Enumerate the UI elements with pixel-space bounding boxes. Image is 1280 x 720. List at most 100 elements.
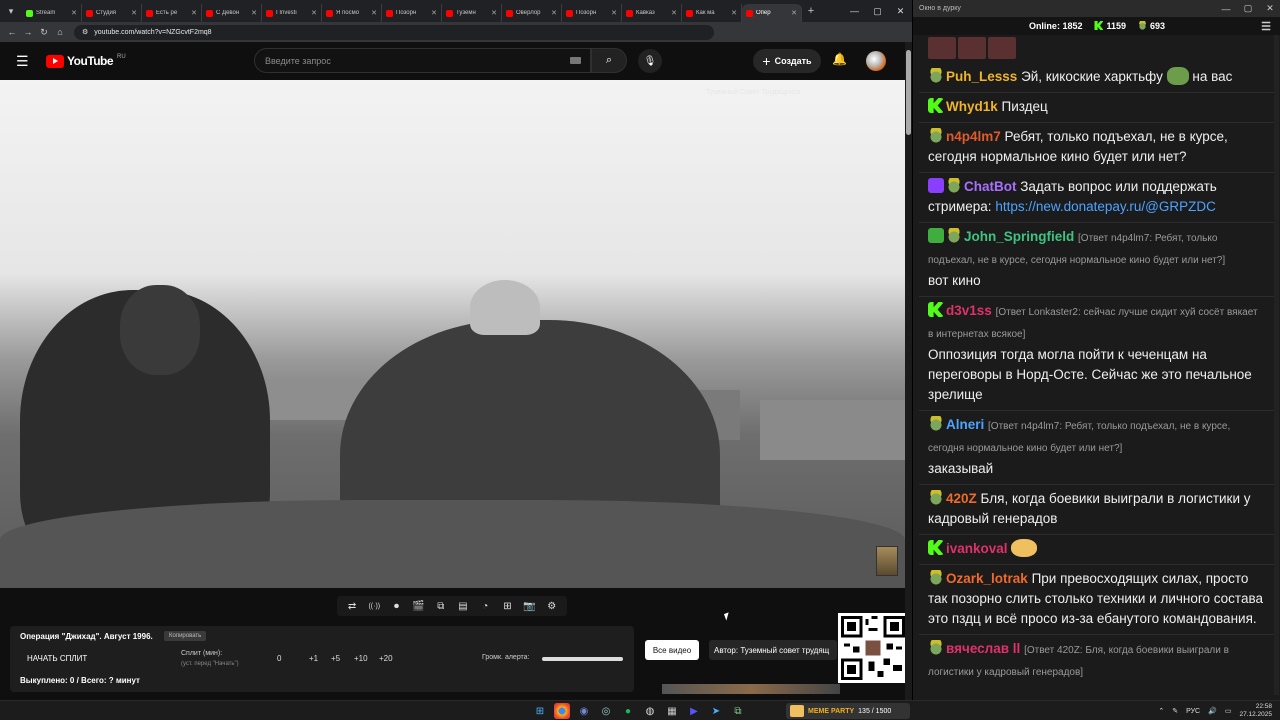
record-icon[interactable]: ⏺ [388,601,404,612]
battery-icon[interactable]: ▭ [1225,707,1232,715]
minimize-icon[interactable]: — [1215,0,1237,17]
tab-close-icon[interactable]: ✕ [251,9,257,17]
tab-close-icon[interactable]: ✕ [71,9,77,17]
browser-tab[interactable]: Как ма ✕ [682,4,742,22]
browser-tab[interactable]: Туземн ✕ [442,4,502,22]
clock[interactable]: 22:58 27.12.2025 [1239,703,1272,719]
new-tab-button[interactable]: + [802,5,820,17]
media-widget[interactable]: MEME PARTY 135 / 1500 [786,703,910,719]
language-indicator[interactable]: РУС [1186,708,1200,715]
start-split-button[interactable]: НАЧАТЬ СПЛИТ [27,654,87,663]
tab-close-icon[interactable]: ✕ [311,9,317,17]
alert-volume-slider[interactable] [542,657,623,661]
browser-tab[interactable]: Студия ✕ [82,4,142,22]
browser-tab[interactable]: Есть ре ✕ [142,4,202,22]
home-icon[interactable]: ⌂ [52,24,68,40]
avatar[interactable] [866,51,886,71]
back-icon[interactable]: ← [4,24,20,40]
split-value-button[interactable]: +10 [354,654,368,663]
tab-close-icon[interactable]: ✕ [131,9,137,17]
tab-close-icon[interactable]: ✕ [791,9,797,17]
pip-icon[interactable]: ⧉ [433,601,449,612]
add-icon[interactable]: ⊞ [499,601,515,612]
tab-search-icon[interactable]: ▾ [0,0,22,22]
browser-tab[interactable]: С Девон ✕ [202,4,262,22]
split-value-button[interactable]: +20 [379,654,393,663]
browser-tab[interactable]: Оверлор ✕ [502,4,562,22]
strip-icon[interactable]: ▤ [455,601,471,612]
settings-icon[interactable]: ⚙ [544,601,560,612]
close-icon[interactable]: ✕ [889,0,912,22]
video-player[interactable]: Туземный Совет Трудящихся [0,80,905,588]
chevron-up-icon[interactable]: ⌃ [1158,707,1164,715]
tab-close-icon[interactable]: ✕ [731,9,737,17]
telegram-icon[interactable]: ➤ [708,703,724,719]
tab-close-icon[interactable]: ✕ [551,9,557,17]
url-field[interactable]: ⚙ youtube.com/watch?v=NZGcvtF2mq8 [74,24,714,40]
tab-close-icon[interactable]: ✕ [611,9,617,17]
chat-username[interactable]: Whyd1k [946,99,998,114]
forward-icon[interactable]: → [20,24,36,40]
close-icon[interactable]: ✕ [1259,0,1280,17]
scrollbar-thumb[interactable] [906,50,911,135]
app-icon[interactable]: ⧉ [730,703,746,719]
speed-icon[interactable]: ◔ [477,601,493,612]
tab-close-icon[interactable]: ✕ [431,9,437,17]
start-icon[interactable]: ⊞ [532,703,548,719]
chat-username[interactable]: ChatBot [964,179,1017,194]
chat-menu-icon[interactable]: ☰ [1261,20,1271,33]
gamepad-icon[interactable]: ▦ [664,703,680,719]
browser-tab[interactable]: Я посмо ✕ [322,4,382,22]
keyboard-icon[interactable] [570,57,581,64]
volume-icon[interactable]: 🔊 [1208,707,1217,715]
search-input[interactable]: Введите запрос [254,48,591,73]
browser-tab[interactable]: I Investi ✕ [262,4,322,22]
split-value-button[interactable]: 0 [277,654,281,663]
chat-username[interactable]: Alneri [946,417,984,432]
chat-username[interactable]: John_Springfield [964,229,1074,244]
youtube-logo[interactable]: YouTube RU [46,54,126,68]
site-info-icon[interactable]: ⚙ [82,28,88,36]
donate-link[interactable]: https://new.donatepay.ru/@GRPZDC [995,199,1216,214]
browser-tab[interactable]: Позорн ✕ [562,4,622,22]
spotify-icon[interactable]: ● [620,703,636,719]
discord-icon[interactable]: ◉ [576,703,592,719]
camera-icon[interactable]: 📷 [522,601,538,612]
chat-scrollbar[interactable] [1274,35,1279,695]
chat-username[interactable]: Puh_Lesss [946,69,1017,84]
browser-tab[interactable]: Позорн ✕ [382,4,442,22]
split-value-button[interactable]: +1 [309,654,318,663]
pen-icon[interactable]: ✎ [1172,707,1178,715]
create-button[interactable]: + Создать [753,49,821,73]
steam-icon[interactable]: ◎ [598,703,614,719]
maximize-icon[interactable]: ▢ [1237,0,1259,17]
all-video-button[interactable]: Все видео [645,640,699,660]
chat-username[interactable]: d3v1ss [946,303,992,318]
chat-username[interactable]: 420Z [946,491,977,506]
copy-button[interactable]: Копировать [164,631,207,641]
chat-username[interactable]: вячеслав ll [946,641,1020,656]
clapper-icon[interactable]: 🎬 [411,601,427,612]
chat-username[interactable]: ivankoval [946,541,1008,556]
tab-close-icon[interactable]: ✕ [671,9,677,17]
maximize-icon[interactable]: ▢ [866,0,889,22]
split-value-button[interactable]: +5 [331,654,340,663]
repeat-icon[interactable]: ⇄ [344,601,360,612]
media-player-icon[interactable]: ▶ [686,703,702,719]
tab-close-icon[interactable]: ✕ [191,9,197,17]
search-button[interactable]: ⌕ [591,48,627,73]
tab-close-icon[interactable]: ✕ [491,9,497,17]
page-scrollbar[interactable] [905,42,912,700]
browser-tab[interactable]: Stream ✕ [22,4,82,22]
minimize-icon[interactable]: — [843,0,866,22]
reload-icon[interactable]: ↻ [36,24,52,40]
broadcast-icon[interactable]: ((·)) [366,603,382,610]
menu-icon[interactable]: ☰ [16,54,29,68]
tab-close-icon[interactable]: ✕ [371,9,377,17]
chrome-icon[interactable] [554,703,570,719]
chat-username[interactable]: n4p4lm7 [946,129,1001,144]
chat-username[interactable]: Ozark_lotrak [946,571,1028,586]
notifications-icon[interactable]: 🔔 [832,52,847,66]
browser-tab[interactable]: Кавказ ✕ [622,4,682,22]
browser-tab[interactable]: Опер ✕ [742,4,802,22]
